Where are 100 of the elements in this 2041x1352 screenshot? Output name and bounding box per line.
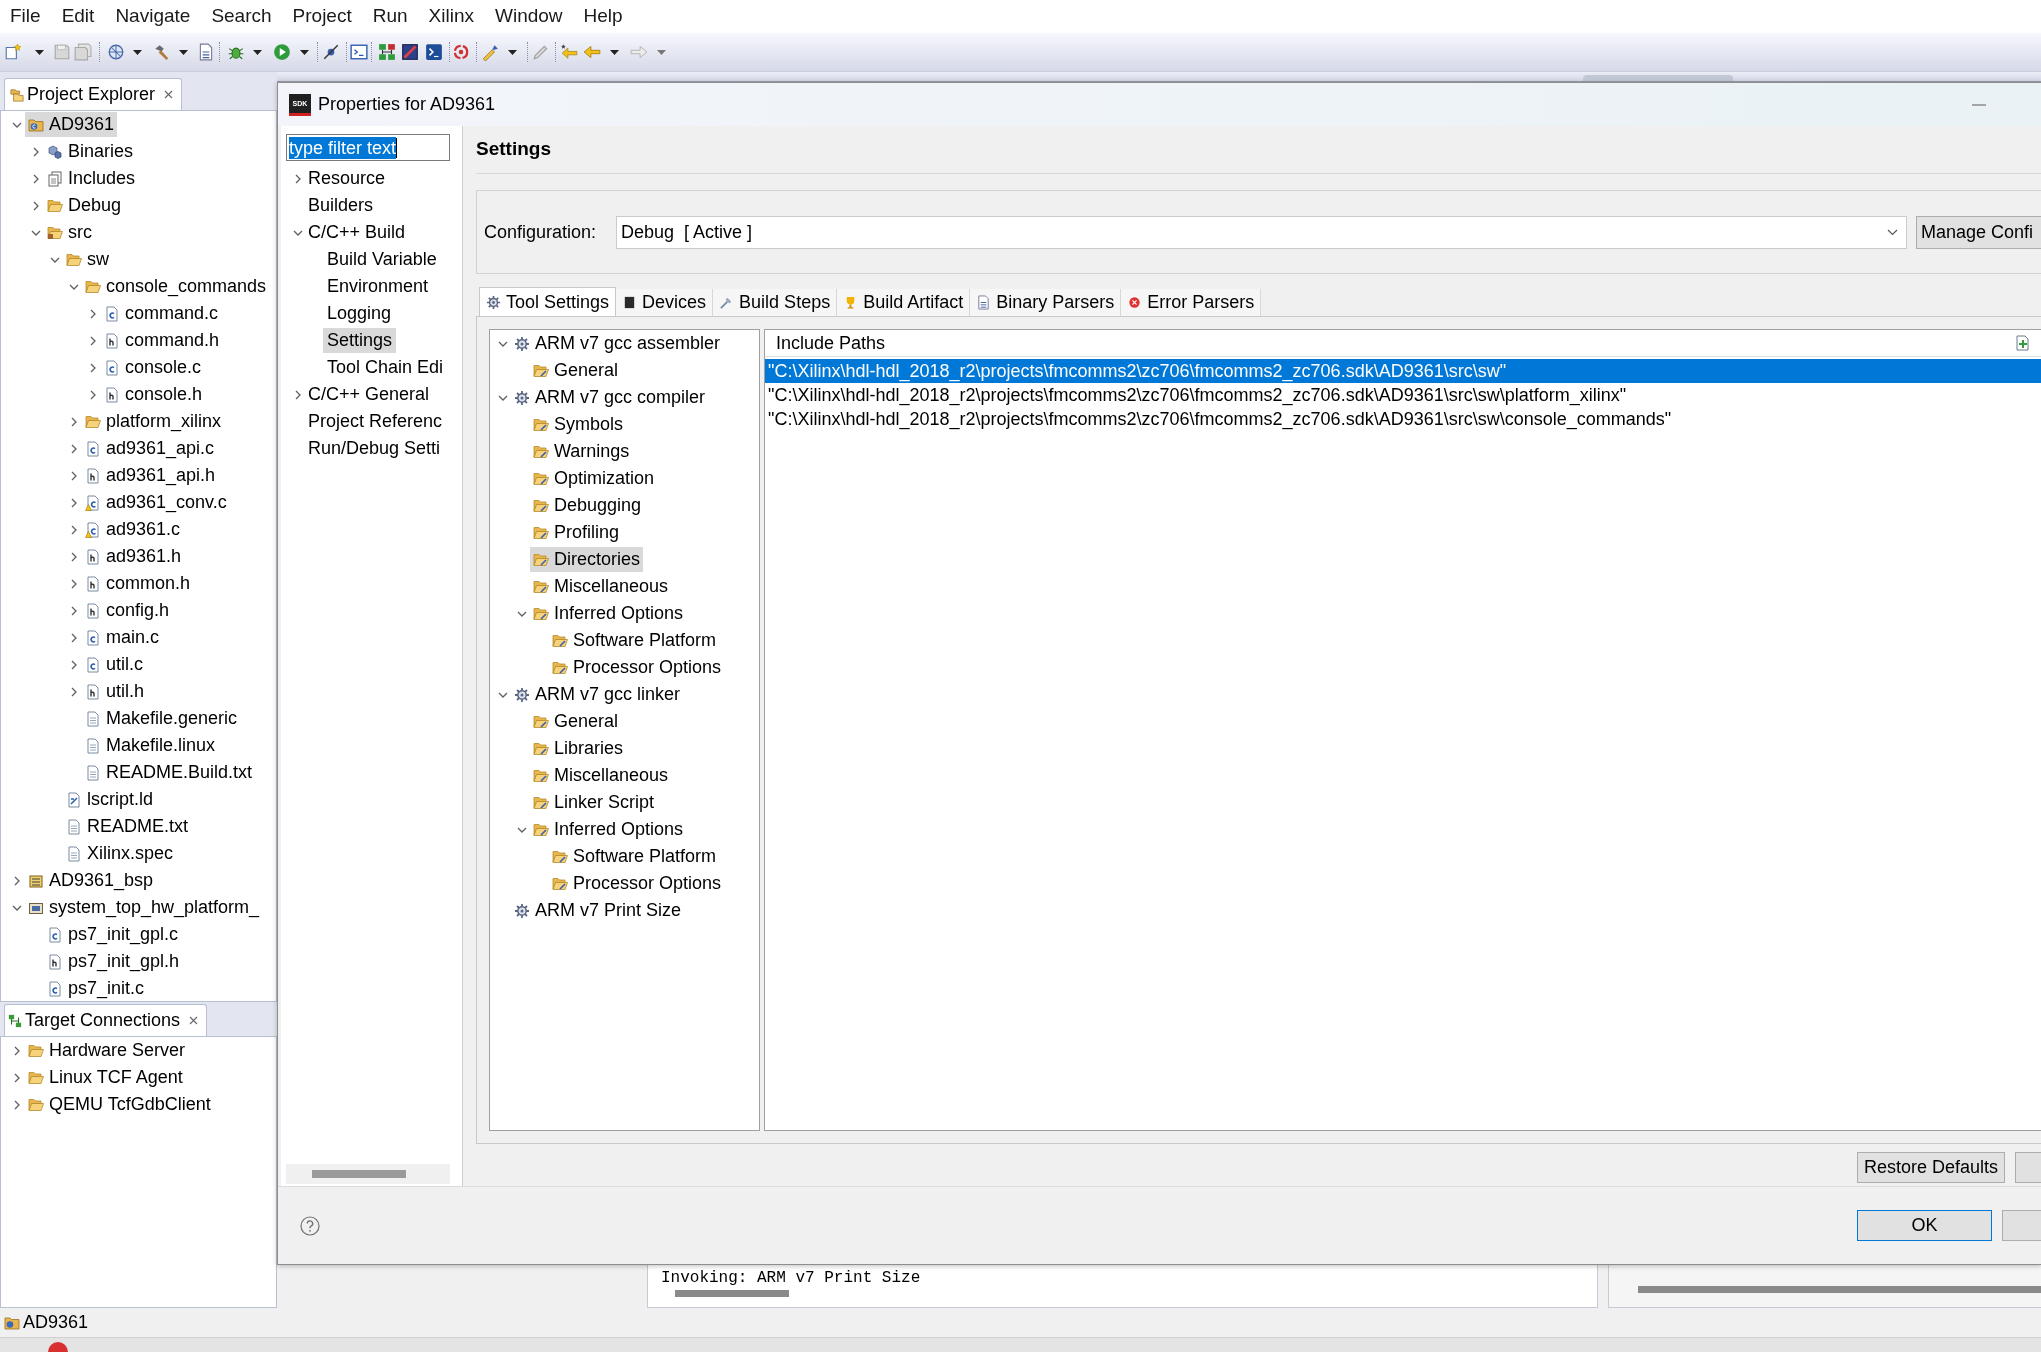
tree-item[interactable]: General	[530, 358, 622, 383]
scrollbar-thumb[interactable]	[1638, 1286, 2041, 1293]
ok-button[interactable]: OK	[1857, 1210, 1992, 1241]
tab[interactable]: Binary Parsers	[970, 289, 1122, 316]
nav-item[interactable]: Run/Debug Setti	[304, 436, 445, 461]
menu-item[interactable]: Search	[211, 2, 272, 31]
nav-item[interactable]: Project Referenc	[304, 409, 447, 434]
tree-item[interactable]: ps7_init.c	[44, 976, 148, 1001]
scrollbar-thumb[interactable]	[675, 1290, 789, 1297]
tree-item[interactable]: common.h	[82, 571, 194, 596]
hammer-icon[interactable]	[152, 43, 171, 61]
tree-item[interactable]: ad9361.h	[82, 544, 185, 569]
globe-icon[interactable]	[106, 43, 125, 61]
tab[interactable]: Build Steps	[713, 289, 838, 316]
include-path-row[interactable]: "C:\Xilinx\hdl-hdl_2018_r2\projects\fmcomms2\zc706\fmcomms2_zc706.sdk\AD9361\src\sw\platform_xilinx"	[765, 383, 2041, 407]
manage-button[interactable]: Manage Confi	[1916, 215, 2041, 249]
window-icon[interactable]	[400, 43, 419, 61]
tree-item[interactable]: Binaries	[44, 139, 137, 164]
help-icon[interactable]	[300, 1215, 320, 1236]
tab[interactable]: Devices	[616, 289, 714, 316]
tree-item[interactable]: Debugging	[530, 493, 645, 518]
close-icon[interactable]	[189, 1016, 199, 1025]
view-tab[interactable]: Project Explorer	[4, 78, 183, 110]
scrollbar-track[interactable]	[286, 1163, 450, 1184]
menu-item[interactable]: File	[10, 2, 41, 31]
menu-item[interactable]: Navigate	[115, 2, 191, 31]
tree-item[interactable]: Xilinx.spec	[63, 841, 177, 866]
menu-item[interactable]: Edit	[61, 2, 95, 31]
caret-icon[interactable]	[35, 49, 44, 55]
tree-item[interactable]: ps7_init_gpl.h	[44, 949, 183, 974]
scrollbar-thumb[interactable]	[312, 1169, 406, 1178]
tree-item[interactable]: Software Platform	[549, 844, 720, 869]
restore-defaults-button[interactable]: Restore Defaults	[1857, 1152, 2005, 1183]
tab[interactable]: Tool Settings	[479, 287, 617, 316]
tree-item[interactable]: README.txt	[63, 814, 191, 839]
tree-item[interactable]: ad9361_api.h	[82, 463, 219, 488]
nav-item[interactable]: Logging	[323, 301, 396, 326]
tree-item[interactable]: system_top_hw_platform_	[25, 895, 263, 920]
tree-item[interactable]: Processor Options	[549, 655, 725, 680]
tree-item[interactable]: Symbols	[530, 412, 627, 437]
tree-item[interactable]: Includes	[44, 166, 139, 191]
tree-item[interactable]: Linker Script	[530, 790, 658, 815]
menu-item[interactable]: Help	[583, 2, 623, 31]
refresh-icon[interactable]	[451, 43, 470, 61]
tree-item[interactable]: console.h	[101, 382, 206, 407]
caret-icon[interactable]	[253, 49, 262, 55]
caret-icon[interactable]	[508, 49, 517, 55]
menu-item[interactable]: Run	[372, 2, 408, 31]
tree-item[interactable]: Optimization	[530, 466, 658, 491]
tree-item[interactable]: lscript.ld	[63, 787, 156, 812]
tree-item[interactable]: Profiling	[530, 520, 623, 545]
include-path-row[interactable]: "C:\Xilinx\hdl-hdl_2018_r2\projects\fmcomms2\zc706\fmcomms2_zc706.sdk\AD9361\src\sw"	[765, 359, 2041, 383]
menu-item[interactable]: Xilinx	[428, 2, 474, 31]
tree-item[interactable]: General	[530, 709, 622, 734]
nav-item[interactable]: Tool Chain Edi	[323, 355, 448, 380]
back-arrow-icon[interactable]	[559, 43, 578, 61]
app-icon[interactable]	[48, 1341, 68, 1352]
nav-item[interactable]: Resource	[304, 166, 390, 191]
slash-icon[interactable]	[321, 43, 340, 61]
tree-item[interactable]: README.Build.txt	[82, 760, 256, 785]
view-tab[interactable]: Target Connections	[4, 1004, 208, 1036]
tree-item[interactable]: command.c	[101, 301, 222, 326]
terminal-icon[interactable]	[349, 43, 368, 61]
caret-icon[interactable]	[179, 49, 188, 55]
tree-item[interactable]: Software Platform	[549, 628, 720, 653]
tree-item[interactable]: Makefile.generic	[82, 706, 241, 731]
tree-item[interactable]: Makefile.linux	[82, 733, 219, 758]
chevron-right-icon[interactable]	[293, 389, 303, 400]
tree-item[interactable]: Hardware Server	[25, 1038, 189, 1063]
tree-item[interactable]: Inferred Options	[530, 601, 687, 626]
tree-item[interactable]: ARM v7 gcc linker	[511, 682, 684, 707]
tree-item[interactable]: ARM v7 gcc assembler	[511, 331, 724, 356]
nav-item[interactable]: Build Variable	[323, 247, 441, 272]
tree-item[interactable]: Processor Options	[549, 871, 725, 896]
tree-item[interactable]: config.h	[82, 598, 173, 623]
tree-item[interactable]: ARM v7 Print Size	[511, 898, 685, 923]
tree-item[interactable]: ad9361_conv.c	[82, 490, 230, 515]
nav-item[interactable]: C/C++ Build	[304, 220, 410, 245]
tree-item[interactable]: Linux TCF Agent	[25, 1065, 186, 1090]
tree-item[interactable]: sw	[63, 247, 112, 272]
new-file-icon[interactable]	[4, 43, 22, 61]
nav-item[interactable]: C/C++ General	[304, 382, 434, 407]
tree-item[interactable]: command.h	[101, 328, 223, 353]
tree-item[interactable]: Miscellaneous	[530, 763, 672, 788]
add-icon[interactable]	[2015, 335, 2031, 351]
include-path-row[interactable]: "C:\Xilinx\hdl-hdl_2018_r2\projects\fmcomms2\zc706\fmcomms2_zc706.sdk\AD9361\src\sw\console_commands"	[765, 407, 2041, 431]
caret-icon[interactable]	[610, 49, 619, 55]
menu-item[interactable]: Window	[495, 2, 563, 31]
tree-item[interactable]: Inferred Options	[530, 817, 687, 842]
tree-item[interactable]: ad9361.c	[82, 517, 184, 542]
nav-item[interactable]: Settings	[323, 328, 397, 353]
config-dropdown[interactable]: Debug [ Active ]	[616, 215, 1907, 249]
tree-item[interactable]: console_commands	[82, 274, 270, 299]
tree-item[interactable]: util.c	[82, 652, 146, 677]
chevron-right-icon[interactable]	[293, 173, 303, 184]
terminal-icon[interactable]	[424, 43, 443, 61]
close-icon[interactable]	[164, 90, 174, 99]
tree-item[interactable]: Debug	[44, 193, 125, 218]
tree-item[interactable]: Warnings	[530, 439, 633, 464]
tab[interactable]: Build Artifact	[837, 289, 971, 316]
